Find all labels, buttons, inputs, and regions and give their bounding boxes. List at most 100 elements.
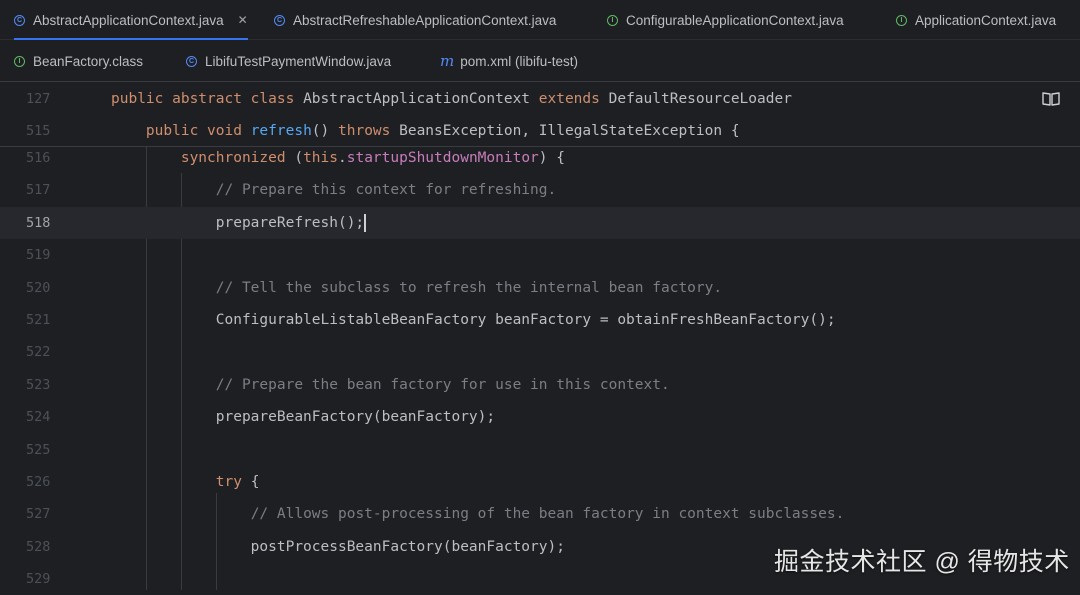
editor-tab-bar-row-1: C AbstractApplicationContext.java ✕ C Ab… xyxy=(0,0,1080,41)
line-number: 516 xyxy=(26,150,51,166)
line-number: 526 xyxy=(26,474,51,490)
line-number: 522 xyxy=(26,344,51,361)
code-line[interactable]: 517 // Prepare this context for refreshi… xyxy=(0,174,1080,206)
line-number: 521 xyxy=(26,312,51,328)
line-number: 520 xyxy=(26,279,51,296)
maven-icon: m xyxy=(440,52,455,70)
code-line[interactable]: 524 prepareBeanFactory(beanFactory); xyxy=(0,401,1080,433)
tab-label: AbstractRefreshableApplicationContext.ja… xyxy=(293,12,557,28)
code-token: synchronized xyxy=(180,150,295,166)
tab-pom-xml[interactable]: m pom.xml (libifu-test) xyxy=(440,40,578,82)
line-number: 524 xyxy=(26,409,51,426)
code-text: // Tell the subclass to refresh the inte… xyxy=(111,280,722,296)
line-number: 527 xyxy=(26,506,51,523)
code-token: public abstract class xyxy=(111,91,304,107)
code-token: AbstractApplicationContext xyxy=(303,91,539,107)
tab-abstract-refreshable-application-context[interactable]: C AbstractRefreshableApplicationContext.… xyxy=(274,0,556,40)
line-number: 528 xyxy=(26,538,51,555)
line-number: 515 xyxy=(26,123,51,139)
code-text: try { xyxy=(111,474,260,490)
line-number: 517 xyxy=(26,182,51,199)
code-line[interactable]: 127 public abstract class AbstractApplica… xyxy=(0,83,1080,115)
code-text: // Allows post-processing of the bean fa… xyxy=(111,506,845,523)
code-token: () xyxy=(311,123,338,139)
tab-libifu-test-payment-window[interactable]: C LibifuTestPaymentWindow.java xyxy=(186,40,391,82)
tab-label: AbstractApplicationContext.java xyxy=(33,12,224,28)
code-token: // Tell the subclass to refresh the inte… xyxy=(215,279,723,296)
code-token: extends xyxy=(538,91,609,107)
code-token: startupShutdownMonitor xyxy=(346,150,539,166)
tab-label: LibifuTestPaymentWindow.java xyxy=(205,53,392,69)
interface-icon: I xyxy=(607,14,618,26)
line-number: 529 xyxy=(26,571,51,588)
code-token: refresh xyxy=(250,123,312,139)
class-icon: C xyxy=(14,14,25,26)
line-number: 525 xyxy=(26,441,51,458)
code-line[interactable]: 526 try { xyxy=(0,466,1080,498)
code-text: public void refresh() throws BeansExcept… xyxy=(111,123,740,139)
tab-bean-factory[interactable]: I BeanFactory.class xyxy=(14,40,143,82)
code-line[interactable]: 518 prepareRefresh(); xyxy=(0,206,1080,239)
code-line[interactable]: 523 // Prepare the bean factory for use … xyxy=(0,369,1080,401)
code-line[interactable]: 522 xyxy=(0,336,1080,368)
code-token: throws xyxy=(338,123,400,139)
text-caret xyxy=(364,213,367,232)
code-token: prepareBeanFactory(beanFactory); xyxy=(111,409,496,426)
tab-application-context[interactable]: I ApplicationContext.java xyxy=(896,0,1056,40)
line-number: 519 xyxy=(26,247,51,264)
tab-abstract-application-context[interactable]: C AbstractApplicationContext.java ✕ xyxy=(14,0,248,41)
code-token: this xyxy=(303,150,338,166)
code-line[interactable]: 521 ConfigurableListableBeanFactory bean… xyxy=(0,304,1080,336)
code-line[interactable]: 519 xyxy=(0,239,1080,271)
code-line[interactable]: 516 synchronized (this.startupShutdownMo… xyxy=(0,142,1080,174)
code-line[interactable]: 527 // Allows post-processing of the bea… xyxy=(0,498,1080,530)
line-number: 127 xyxy=(26,91,51,107)
code-token: postProcessBeanFactory(beanFactory); xyxy=(111,538,565,555)
tab-label: ConfigurableApplicationContext.java xyxy=(626,12,844,28)
code-token: ) { xyxy=(538,150,565,166)
tab-label: pom.xml (libifu-test) xyxy=(460,53,579,69)
tab-configurable-application-context[interactable]: I ConfigurableApplicationContext.java xyxy=(607,0,844,40)
code-token: // Prepare this context for refreshing. xyxy=(215,182,557,199)
class-icon: C xyxy=(274,14,285,26)
code-token: // Prepare the bean factory for use in t… xyxy=(215,376,670,393)
code-token: prepareRefresh(); xyxy=(111,214,365,231)
code-token: { xyxy=(250,474,260,490)
interface-icon: I xyxy=(14,55,25,67)
tab-label: ApplicationContext.java xyxy=(915,12,1057,28)
code-text: public abstract class AbstractApplicatio… xyxy=(111,91,792,107)
code-token: . xyxy=(338,150,347,166)
code-token: ConfigurableListableBeanFactory beanFact… xyxy=(111,312,836,328)
code-text: // Prepare this context for refreshing. xyxy=(111,182,556,198)
code-text: ConfigurableListableBeanFactory beanFact… xyxy=(111,312,836,328)
code-text: prepareRefresh(); xyxy=(111,213,367,232)
code-text: postProcessBeanFactory(beanFactory); xyxy=(111,539,565,555)
code-editor[interactable]: 127 public abstract class AbstractApplica… xyxy=(0,83,1080,590)
line-number: 523 xyxy=(26,376,51,393)
close-icon[interactable]: ✕ xyxy=(238,13,248,27)
editor-tab-bar-row-2: I BeanFactory.class C LibifuTestPaymentW… xyxy=(0,40,1080,82)
code-token: // Allows post-processing of the bean fa… xyxy=(250,506,845,523)
code-token: BeansException, IllegalStateException { xyxy=(399,123,740,139)
code-token: try xyxy=(215,474,251,490)
sticky-scroll-header: 127 public abstract class AbstractApplica… xyxy=(0,83,1080,147)
class-icon: C xyxy=(186,55,197,67)
reader-mode-icon[interactable] xyxy=(1042,91,1060,107)
code-text: synchronized (this.startupShutdownMonito… xyxy=(111,150,565,166)
line-number: 518 xyxy=(26,214,51,231)
code-text: prepareBeanFactory(beanFactory); xyxy=(111,409,495,425)
code-line[interactable]: 520 // Tell the subclass to refresh the … xyxy=(0,272,1080,304)
code-token: ( xyxy=(294,150,304,166)
interface-icon: I xyxy=(896,14,907,26)
code-line[interactable]: 525 xyxy=(0,434,1080,466)
watermark-text: 掘金技术社区 @ 得物技术 xyxy=(774,548,1070,576)
code-text: // Prepare the bean factory for use in t… xyxy=(111,377,670,393)
code-token: public void xyxy=(145,123,251,139)
